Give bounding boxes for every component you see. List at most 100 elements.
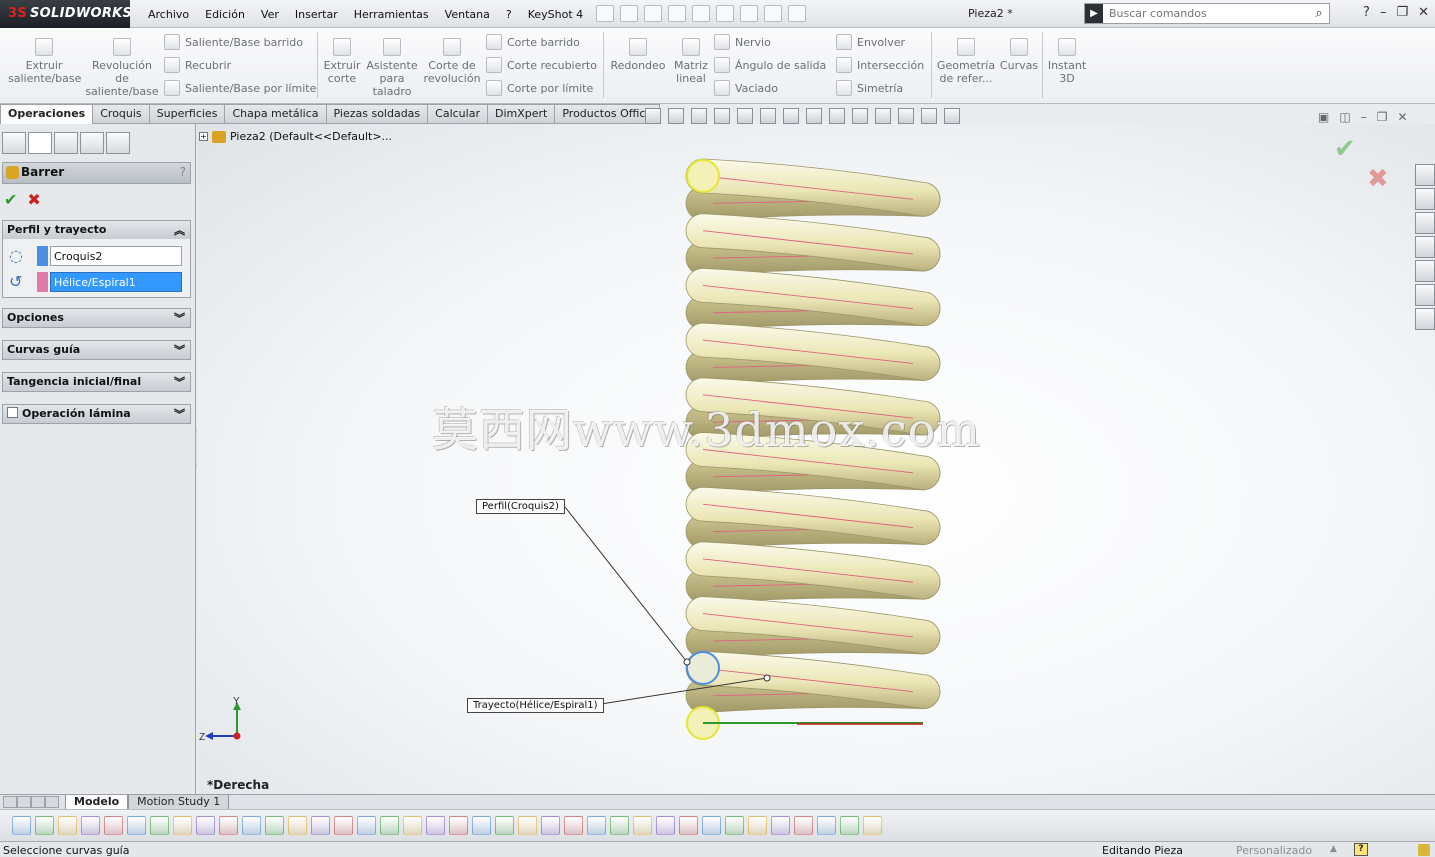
collapse-chevron-icon[interactable]: ︽ [174,222,185,238]
zoom-to-fit-icon[interactable] [668,108,684,124]
search-input[interactable] [1103,7,1309,20]
reference-geometry-button[interactable]: Geometría de refer... [936,32,996,85]
circle-icon[interactable] [196,816,215,835]
extrude-cut-button[interactable]: Extruir corte [320,32,364,85]
thin-feature-header[interactable]: Operación lámina ︾ [3,405,190,423]
first-tab-icon[interactable] [3,796,17,808]
dimxpert-tab-icon[interactable] [80,132,104,154]
search-icon[interactable]: ⌕ [1309,6,1329,21]
spline-icon[interactable] [242,816,261,835]
fix-icon[interactable] [748,816,767,835]
expand-icon[interactable]: + [199,132,208,141]
graphics-area[interactable]: Y Z + Pieza2 (Default<<Default>... ✔ ✖ P… [197,124,1435,794]
next-tab-icon[interactable] [31,796,45,808]
mirror-button[interactable]: Simetría [836,80,903,96]
edit-appearance-icon[interactable] [829,108,845,124]
menu-insertar[interactable]: Insertar [287,8,346,21]
tab-dimxpert[interactable]: DimXpert [487,104,556,124]
point-icon[interactable] [265,816,284,835]
swept-cut-button[interactable]: Corte barrido [486,34,580,50]
search-type-icon[interactable]: ▶ [1085,4,1103,23]
new-document-icon[interactable] [596,5,614,22]
intersect-button[interactable]: Intersección [836,57,924,73]
options-icon[interactable] [788,5,806,22]
extrude-boss-button[interactable]: Extruir saliente/base [8,32,81,85]
menu-keyshot[interactable]: KeyShot 4 [520,8,591,21]
viewport-restore-icon[interactable]: ❐ [1377,110,1388,124]
guide-curves-group[interactable]: Curvas guía ︾ [2,340,191,360]
curves-button[interactable]: Curvas [998,32,1040,72]
filter-faces-icon[interactable] [58,816,77,835]
rapid-sketch-icon[interactable] [817,816,836,835]
boundary-boss-button[interactable]: Saliente/Base por límite [164,80,316,96]
last-tab-icon[interactable] [45,796,59,808]
print-icon[interactable] [668,5,686,22]
view-settings-icon[interactable] [875,108,891,124]
profile-field[interactable] [50,246,182,266]
save-icon[interactable] [644,5,662,22]
lofted-cut-button[interactable]: Corte recubierto [486,57,597,73]
units-selector[interactable]: Personalizado [1236,844,1312,857]
stretch-icon[interactable] [610,816,629,835]
copy-icon[interactable] [541,816,560,835]
tab-croquis[interactable]: Croquis [93,104,150,124]
revolve-boss-button[interactable]: Revolución de saliente/base [84,32,160,98]
revolve-cut-button[interactable]: Corte de revolución [420,32,484,85]
help-icon[interactable]: ? [1363,5,1370,20]
guide-curves-header[interactable]: Curvas guía ︾ [3,341,190,359]
help-icon[interactable]: ? [180,165,186,179]
solidworks-logo[interactable]: 3S SOLIDWORKS [0,0,132,28]
hole-wizard-button[interactable]: Asistente para taladro [366,32,418,98]
instant2d-icon[interactable] [863,816,882,835]
shadows-icon[interactable] [921,108,937,124]
wrap-button[interactable]: Envolver [836,34,905,50]
loft-button[interactable]: Recubrir [164,57,231,73]
file-properties-icon[interactable] [764,5,782,22]
appearances-tab-icon[interactable] [1415,284,1435,306]
tab-piezas-soldadas[interactable]: Piezas soldadas [326,104,429,124]
expand-chevron-icon[interactable]: ︾ [174,406,185,422]
home-tab-icon[interactable] [1415,188,1435,210]
smart-dimension-icon[interactable] [127,816,146,835]
feature-tree-tab-icon[interactable] [2,132,26,154]
rib-button[interactable]: Nervio [714,34,771,50]
dynamic-annotation-icon[interactable] [737,108,753,124]
chamfer-icon[interactable] [449,816,468,835]
profile-circle[interactable] [686,651,720,685]
viewport-minimize-icon[interactable]: – [1361,110,1367,124]
resources-tab-icon[interactable] [1415,164,1435,186]
tab-calcular[interactable]: Calcular [428,104,488,124]
rebuild-pencil-icon[interactable] [1418,844,1430,856]
menu-edicion[interactable]: Edición [197,8,253,21]
menu-help[interactable]: ? [498,8,520,21]
minimize-icon[interactable]: – [1380,5,1387,20]
file-explorer-tab-icon[interactable] [1415,236,1435,258]
cancel-x-icon[interactable]: ✖ [27,190,40,209]
fillet-sketch-icon[interactable] [426,816,445,835]
profile-callout[interactable]: Perfil(Croquis2) [476,499,565,514]
menu-ventana[interactable]: Ventana [437,8,498,21]
prev-tab-icon[interactable] [17,796,31,808]
section-view-icon[interactable] [714,108,730,124]
configuration-manager-tab-icon[interactable] [54,132,78,154]
confirm-corner-cancel-icon[interactable]: ✖ [1367,164,1389,194]
tab-modelo[interactable]: Modelo [65,794,129,810]
construction-icon[interactable] [702,816,721,835]
property-manager-tab-icon[interactable] [28,132,52,154]
linear-pattern-button[interactable]: Matriz lineal [670,32,712,85]
tab-superficies[interactable]: Superficies [149,104,226,124]
convert-entities-icon[interactable] [633,816,652,835]
expand-chevron-icon[interactable]: ︾ [174,342,185,358]
instant3d-button[interactable]: Instant 3D [1046,32,1088,85]
thin-feature-checkbox[interactable] [7,407,18,418]
feature-tree-root[interactable]: + Pieza2 (Default<<Default>... [199,130,392,143]
zoom-to-area-icon[interactable] [691,108,707,124]
view-orientation-icon[interactable] [760,108,776,124]
line-icon[interactable] [150,816,169,835]
menu-herramientas[interactable]: Herramientas [346,8,437,21]
draft-button[interactable]: Ángulo de salida [714,57,826,73]
split-icon[interactable]: ◫ [1339,110,1350,124]
options-group[interactable]: Opciones ︾ [2,308,191,328]
dropdown-icon[interactable] [104,816,123,835]
menu-archivo[interactable]: Archivo [140,8,197,21]
